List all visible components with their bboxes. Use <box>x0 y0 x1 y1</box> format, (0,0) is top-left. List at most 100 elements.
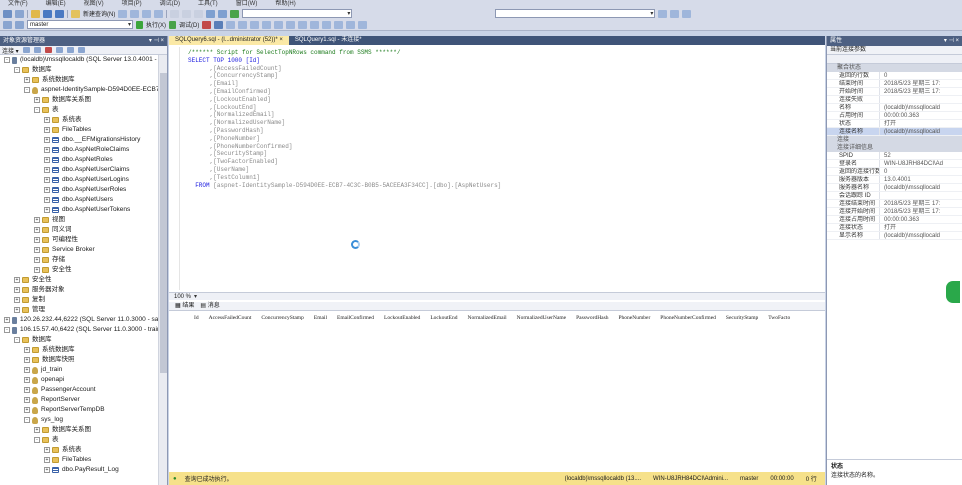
copy-icon[interactable] <box>182 9 192 18</box>
property-row[interactable]: 会话跟踪 ID <box>827 192 962 200</box>
result-column-header[interactable]: NormalizedEmail <box>463 312 512 324</box>
expand-icon[interactable]: + <box>44 157 50 163</box>
include-plan-icon[interactable] <box>262 20 272 29</box>
zoom-select[interactable]: 100 % <box>172 293 198 302</box>
tree-node[interactable]: - aspnet-IdentitySample-D594D0EE-ECB7-4 <box>24 85 158 95</box>
expand-icon[interactable]: + <box>24 377 30 383</box>
client-stats-icon[interactable] <box>274 20 284 29</box>
solution-config-combo[interactable] <box>242 9 353 18</box>
tree-node[interactable]: + 管理 <box>14 305 45 315</box>
menu-item[interactable]: 文件(F) <box>8 0 28 8</box>
cut-icon[interactable] <box>170 9 180 18</box>
expand-icon[interactable]: + <box>34 257 40 263</box>
expand-icon[interactable]: + <box>44 147 50 153</box>
expand-icon[interactable]: + <box>24 367 30 373</box>
expand-icon[interactable]: + <box>44 187 50 193</box>
filter-icon[interactable] <box>55 47 63 53</box>
property-row[interactable]: 开始时间 2018/5/23 星期三 17: <box>827 88 962 96</box>
tree-node[interactable]: + 复制 <box>14 295 45 305</box>
tree-node[interactable]: + FileTables <box>44 455 91 465</box>
tree-node[interactable]: -表 <box>34 105 59 115</box>
find-icon[interactable] <box>658 9 668 18</box>
redo-icon[interactable] <box>218 9 228 18</box>
dmx-query-icon[interactable] <box>142 9 152 18</box>
tree-node[interactable]: - (localdb)\mssqllocaldb (SQL Server 13.0… <box>4 55 157 65</box>
debug-button[interactable]: 调试(D) <box>179 20 199 29</box>
collapse-icon[interactable]: - <box>4 57 10 63</box>
result-column-header[interactable]: LockoutEnd <box>425 312 462 324</box>
expand-icon[interactable]: + <box>34 247 40 253</box>
connect-icon[interactable] <box>3 20 12 29</box>
property-row[interactable]: 返回的行数 0 <box>827 72 962 80</box>
expand-icon[interactable]: + <box>44 117 50 123</box>
cancel-query-icon[interactable] <box>202 20 212 29</box>
tree-node[interactable]: + dbo.AspNetUsers <box>44 195 113 205</box>
tab-messages[interactable]: ▤ 消息 <box>200 302 219 310</box>
db-query-icon[interactable] <box>118 9 128 18</box>
tree-node[interactable]: + 服务器对象 <box>14 285 65 295</box>
result-column-header[interactable]: PasswordHash <box>571 312 613 324</box>
new-query-icon[interactable] <box>71 9 80 18</box>
expand-icon[interactable]: + <box>44 197 50 203</box>
property-row[interactable]: 连接占用时间 00:00:00.363 <box>827 216 962 224</box>
tree-node[interactable]: - sys_log <box>24 415 63 425</box>
expand-icon[interactable]: + <box>34 227 40 233</box>
expand-icon[interactable]: + <box>44 447 50 453</box>
find-combo[interactable] <box>495 9 656 18</box>
property-row[interactable]: 状态 打开 <box>827 120 962 128</box>
tree-node[interactable]: + dbo.AspNetUserTokens <box>44 205 130 215</box>
results-grid[interactable]: Id AccessFailedCount ConcurrencyStamp Email… <box>169 312 825 324</box>
query-designer-icon[interactable] <box>238 20 248 29</box>
new-query-button[interactable]: 新建查询(N) <box>83 9 115 18</box>
expand-icon[interactable]: + <box>34 97 40 103</box>
expand-icon[interactable]: + <box>24 407 30 413</box>
sql-editor[interactable]: /****** Script for SelectTopNRows comman… <box>169 47 825 290</box>
expand-icon[interactable]: + <box>24 77 30 83</box>
tree-node[interactable]: + ReportServer <box>24 395 80 405</box>
property-row[interactable]: 连接失败 <box>827 96 962 104</box>
expand-icon[interactable]: + <box>34 267 40 273</box>
tree-node[interactable]: + 安全性 <box>34 265 72 275</box>
result-column-header[interactable]: PhoneNumber <box>614 312 656 324</box>
undo-icon[interactable] <box>206 9 216 18</box>
result-column-header[interactable]: NormalizedUserName <box>512 312 571 324</box>
expand-icon[interactable]: + <box>44 127 50 133</box>
tree-node[interactable]: + 系统表 <box>44 115 82 125</box>
tree-node[interactable]: + 可编程性 <box>34 235 78 245</box>
debug-icon[interactable] <box>169 20 176 29</box>
tree-node[interactable]: + FileTables <box>44 125 91 135</box>
tree-node[interactable]: + Service Broker <box>34 245 95 255</box>
display-plan-icon[interactable] <box>226 20 236 29</box>
scrollbar-thumb[interactable] <box>160 73 167 373</box>
tree-node[interactable]: - 数据库 <box>14 335 52 345</box>
expand-icon[interactable]: + <box>34 237 40 243</box>
tree-node[interactable]: + 安全性 <box>14 275 52 285</box>
property-row[interactable]: 连接状态 打开 <box>827 224 962 232</box>
tab-results[interactable]: ▦ 结果 <box>175 302 194 310</box>
activity-monitor-icon[interactable] <box>77 47 85 53</box>
execute-icon[interactable] <box>136 20 143 29</box>
tree-node[interactable]: + dbo.PayResult_Log <box>44 465 119 475</box>
menu-item[interactable]: 工具(T) <box>198 0 218 8</box>
tree-node[interactable]: + dbo.__EFMigrationsHistory <box>44 135 140 145</box>
result-column-header[interactable]: EmailConfirmed <box>332 312 379 324</box>
expand-icon[interactable]: + <box>24 357 30 363</box>
property-row[interactable]: 连接开始时间 2018/5/23 星期三 17: <box>827 208 962 216</box>
result-column-header[interactable]: AccessFailedCount <box>204 312 257 324</box>
collapse-icon[interactable]: - <box>14 337 20 343</box>
xmla-query-icon[interactable] <box>154 9 164 18</box>
tree-node[interactable]: +120.26.232.44,6222 (SQL Server 11.0.300… <box>4 315 158 325</box>
outdent-icon[interactable] <box>358 20 368 29</box>
database-select[interactable]: master <box>27 20 133 29</box>
intellisense-icon[interactable] <box>250 20 260 29</box>
uncomment-icon[interactable] <box>334 20 344 29</box>
properties-object-select[interactable]: 当前连接参数 <box>827 46 962 55</box>
result-column-header[interactable]: PhoneNumberConfirmed <box>655 312 721 324</box>
mdx-query-icon[interactable] <box>130 9 140 18</box>
tree-node[interactable]: + dbo.AspNetRoleClaims <box>44 145 129 155</box>
tree-node[interactable]: + openapi <box>24 375 64 385</box>
tree-node[interactable]: + 系统表 <box>44 445 82 455</box>
collapse-icon[interactable]: - <box>24 417 30 423</box>
property-row[interactable]: 服务器名称 (localdb)\mssqllocald <box>827 184 962 192</box>
execute-button[interactable]: 执行(X) <box>146 20 166 29</box>
